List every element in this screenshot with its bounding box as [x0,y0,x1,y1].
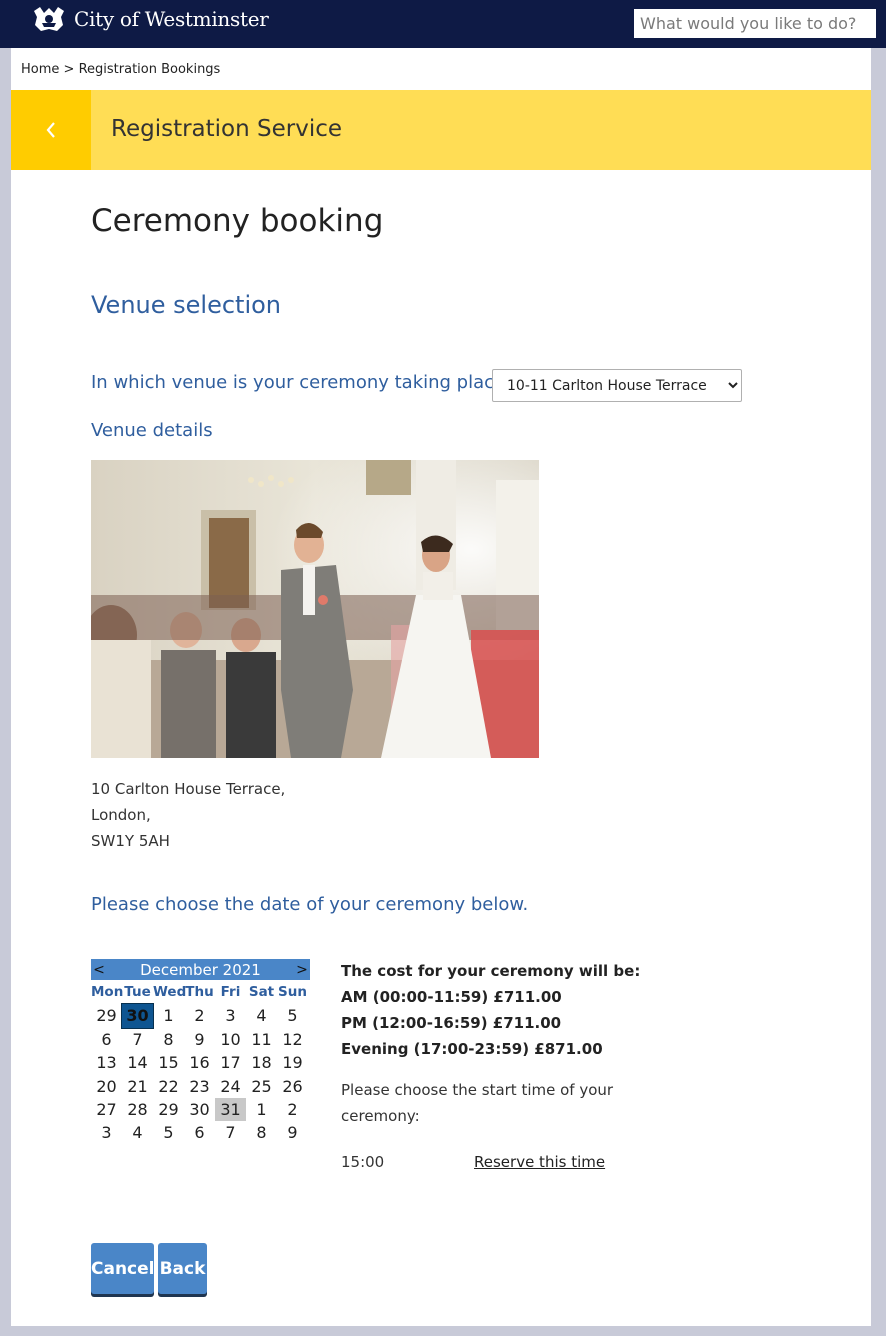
calendar-day[interactable]: 25 [246,1075,277,1098]
calendar-day[interactable]: 27 [91,1098,122,1121]
calendar-day[interactable]: 21 [122,1075,153,1098]
calendar-day[interactable]: 12 [277,1028,308,1051]
calendar-day[interactable]: 28 [122,1098,153,1121]
calendar-day[interactable]: 6 [91,1028,122,1051]
service-title: Registration Service [111,116,343,142]
site-logo[interactable]: City of Westminster [30,4,269,34]
pricing-am: AM (00:00-11:59) £711.00 [341,988,562,1006]
calendar-day[interactable]: 18 [246,1051,277,1074]
calendar-day[interactable]: 29 [153,1098,184,1121]
calendar-day[interactable]: 19 [277,1051,308,1074]
date-prompt: Please choose the date of your ceremony … [91,894,529,915]
site-header: City of Westminster [0,0,886,48]
calendar-day[interactable]: 2 [184,1004,215,1027]
breadcrumb-home[interactable]: Home [21,62,59,77]
calendar-day[interactable]: 9 [277,1121,308,1144]
calendar-day[interactable]: 7 [215,1121,246,1144]
pricing-info: The cost for your ceremony will be: AM (… [341,958,640,1062]
weekday-label: Fri [220,984,241,1000]
calendar-day[interactable]: 10 [215,1028,246,1051]
address-line: SW1Y 5AH [91,832,170,850]
calendar-grid: Mon Tue Wed Thu Fri Sat Sun 29 30 1 2 3 … [91,981,310,1145]
calendar-day[interactable]: 15 [153,1051,184,1074]
calendar-day-today[interactable]: 30 [121,1003,154,1029]
calendar-day[interactable]: 2 [277,1098,308,1121]
calendar-day[interactable]: 17 [215,1051,246,1074]
venue-details-heading: Venue details [91,420,213,441]
calendar-day[interactable]: 14 [122,1051,153,1074]
calendar-day[interactable]: 16 [184,1051,215,1074]
calendar-day[interactable]: 1 [153,1004,184,1027]
calendar-day[interactable]: 1 [246,1098,277,1121]
date-calendar: < December 2021 > Mon Tue Wed Thu Fri Sa… [91,959,310,1145]
breadcrumb-current: Registration Bookings [78,62,221,77]
calendar-day[interactable]: 7 [122,1028,153,1051]
calendar-day[interactable]: 20 [91,1075,122,1098]
calendar-day[interactable]: 8 [246,1121,277,1144]
calendar-header: < December 2021 > [91,959,310,980]
crest-icon [34,7,64,31]
pricing-heading: The cost for your ceremony will be: [341,962,641,980]
back-button[interactable]: Back [158,1243,207,1294]
calendar-day[interactable]: 9 [184,1028,215,1051]
breadcrumb-separator: > [63,62,75,77]
calendar-day[interactable]: 11 [246,1028,277,1051]
wedding-photo-image [91,460,539,758]
time-slot: 15:00 [341,1153,385,1171]
weekday-label: Sun [278,984,307,1000]
weekday-label: Tue [124,984,151,1000]
calendar-day[interactable]: 8 [153,1028,184,1051]
calendar-day[interactable]: 3 [215,1004,246,1027]
address-line: 10 Carlton House Terrace, [91,780,286,798]
calendar-day[interactable]: 23 [184,1075,215,1098]
venue-question-label: In which venue is your ceremony taking p… [91,372,515,393]
pricing-pm: PM (12:00-16:59) £711.00 [341,1014,562,1032]
reserve-time-link[interactable]: Reserve this time [474,1151,605,1173]
calendar-day[interactable]: 13 [91,1051,122,1074]
breadcrumb: Home > Registration Bookings [21,62,220,77]
chevron-left-icon [46,122,55,138]
calendar-day[interactable]: 3 [91,1121,122,1144]
calendar-day[interactable]: 4 [246,1004,277,1027]
calendar-day[interactable]: 24 [215,1075,246,1098]
service-banner: Registration Service [11,90,871,170]
calendar-prev-button[interactable]: < [93,962,105,978]
calendar-day[interactable]: 4 [122,1121,153,1144]
calendar-day[interactable]: 5 [153,1121,184,1144]
weekday-label: Thu [185,984,214,1000]
calendar-day[interactable]: 6 [184,1121,215,1144]
section-title: Venue selection [91,291,282,319]
weekday-label: Wed [153,984,187,1000]
cancel-button[interactable]: Cancel [91,1243,154,1294]
page-title: Ceremony booking [91,203,384,239]
venue-photo [91,460,539,758]
venue-address: 10 Carlton House Terrace, London, SW1Y 5… [91,776,285,854]
calendar-day[interactable]: 26 [277,1075,308,1098]
start-time-prompt: Please choose the start time of your cer… [341,1081,614,1125]
site-name: City of Westminster [74,7,269,31]
calendar-day[interactable]: 29 [91,1004,122,1027]
venue-select[interactable]: 10-11 Carlton House Terrace [492,369,742,402]
calendar-month-label: December 2021 [140,960,261,979]
search-input[interactable] [634,9,876,38]
address-line: London, [91,806,151,824]
weekday-label: Mon [91,984,124,1000]
pricing-evening: Evening (17:00-23:59) £871.00 [341,1040,603,1058]
calendar-day[interactable]: 5 [277,1004,308,1027]
page-content: Home > Registration Bookings Registratio… [11,48,871,1326]
weekday-label: Sat [248,984,275,1000]
calendar-next-button[interactable]: > [296,962,308,978]
calendar-day[interactable]: 22 [153,1075,184,1098]
calendar-day-selected[interactable]: 31 [215,1097,246,1122]
banner-back-button[interactable] [11,90,91,170]
calendar-day[interactable]: 30 [184,1098,215,1121]
